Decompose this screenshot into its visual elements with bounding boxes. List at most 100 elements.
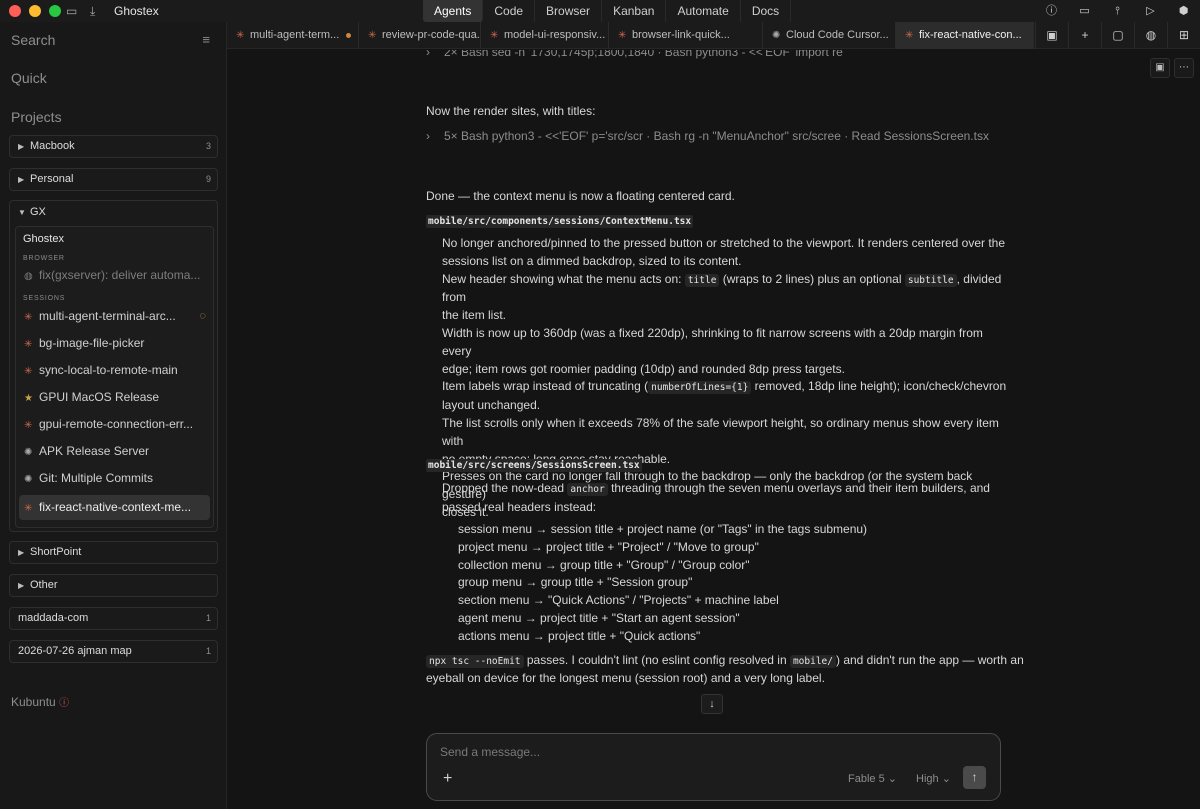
quick-section-label[interactable]: Quick xyxy=(11,70,47,86)
star-icon: ★ xyxy=(24,393,33,404)
machine-kubuntu[interactable]: Kubuntu ⓘ xyxy=(11,694,69,709)
title-bar: ▭ ⤓ Ghostex Agents Code Browser Kanban A… xyxy=(0,0,1200,22)
chevron-down-icon: ⌄ xyxy=(887,773,897,785)
top-tab-kanban[interactable]: Kanban xyxy=(602,0,667,22)
tool-call-summary[interactable]: › 2× Bash sed -n '1730,1745p;1800,1840 · … xyxy=(426,50,843,62)
project-count: 9 xyxy=(205,174,211,184)
model-label: Fable 5 xyxy=(848,773,885,785)
browser-item[interactable]: ◍ fix(gxserver): deliver automa... xyxy=(19,263,210,288)
session-title: APK Release Server xyxy=(39,444,150,458)
session-tab[interactable]: ✳ multi-agent-term... xyxy=(227,22,359,49)
menu-icon[interactable]: ≡ xyxy=(202,32,210,47)
text-line: No longer anchored/pinned to the pressed… xyxy=(442,236,1006,250)
session-tab[interactable]: ✳ review-pr-code-qua... xyxy=(359,22,481,49)
inline-code: numberOfLines={1} xyxy=(648,381,752,395)
project-other[interactable]: ▶ Other xyxy=(9,574,218,597)
session-item[interactable]: ★ GPUI MacOS Release xyxy=(19,385,210,410)
play-icon[interactable]: ▷ xyxy=(1134,0,1167,22)
session-item[interactable]: ✳ multi-agent-terminal-arc... ◌ xyxy=(19,304,210,329)
more-icon[interactable]: ⋯ xyxy=(1174,58,1194,78)
menu-list-item: project menu → project title + "Project"… xyxy=(458,539,759,554)
top-tab-code[interactable]: Code xyxy=(483,0,536,22)
grid-icon[interactable]: ⊞ xyxy=(1167,22,1200,49)
info-badge-icon[interactable]: ⓘ xyxy=(1035,0,1068,22)
branch-icon[interactable]: ⫯ xyxy=(1101,0,1134,22)
globe-icon[interactable]: ◍ xyxy=(1134,22,1167,49)
send-button[interactable]: ↑ xyxy=(963,766,986,789)
text-fragment: removed, 18dp line height); icon/check/c… xyxy=(751,379,1007,394)
file-heading: mobile/src/screens/SessionsScreen.tsx xyxy=(426,456,642,475)
session-item[interactable]: ✳ gpui-remote-connection-err... xyxy=(19,412,210,437)
top-tab-browser[interactable]: Browser xyxy=(535,0,603,22)
inline-code: title xyxy=(684,273,720,287)
project-shortpoint[interactable]: ▶ ShortPoint xyxy=(9,541,218,564)
session-item-active[interactable]: ✳ fix-react-native-context-me... xyxy=(19,495,210,520)
file-heading: mobile/src/components/sessions/ContextMe… xyxy=(426,212,694,231)
monitor-icon[interactable]: ▭ xyxy=(1068,0,1101,22)
chat-icon[interactable]: ▢ xyxy=(1101,22,1134,49)
top-tab-agents[interactable]: Agents xyxy=(423,0,484,22)
session-title: multi-agent-terminal-arc... xyxy=(39,309,176,323)
sidebar: Search ≡ Quick Projects ▶ Macbook 3 ▶ Pers… xyxy=(0,22,227,809)
session-tab-label: browser-link-quick... xyxy=(632,29,730,41)
session-item[interactable]: ✳ sync-local-to-remote-main xyxy=(19,358,210,383)
project-gx-header[interactable]: ▼ GX xyxy=(10,201,217,224)
model-selector[interactable]: Fable 5 ⌄ xyxy=(848,772,897,785)
top-tab-automate[interactable]: Automate xyxy=(666,0,741,22)
project-personal[interactable]: ▶ Personal 9 xyxy=(9,168,218,191)
projects-section-label: Projects xyxy=(11,109,62,125)
download-icon[interactable]: ⤓ xyxy=(90,3,95,19)
text-line: New header showing what the menu acts on… xyxy=(442,271,1007,308)
text-line: sessions list on a dimmed backdrop, size… xyxy=(442,253,742,268)
assistant-text: Now the render sites, with titles: xyxy=(426,104,596,118)
scroll-to-bottom-button[interactable]: ↓ xyxy=(701,694,723,714)
text-fragment: Item labels wrap instead of truncating ( xyxy=(442,379,649,394)
cube-icon[interactable]: ⬢ xyxy=(1167,0,1200,22)
sessions-label: SESSIONS xyxy=(23,295,66,302)
inline-code: anchor xyxy=(567,483,608,496)
session-tab-label: multi-agent-term... xyxy=(250,29,340,41)
arrow-up-icon: ↑ xyxy=(971,770,978,784)
project-maddada-com[interactable]: maddada-com 1 xyxy=(9,607,218,630)
session-tab-active[interactable]: ✳ fix-react-native-con... xyxy=(896,22,1034,49)
project-name: 2026-07-26 ajman map xyxy=(18,645,132,657)
effort-selector[interactable]: High ⌄ xyxy=(916,772,951,785)
terminal-icon[interactable]: ▣ xyxy=(1150,58,1170,78)
machine-name[interactable]: Ghostex xyxy=(23,233,64,245)
zoom-window-button[interactable] xyxy=(49,5,61,17)
top-tab-docs[interactable]: Docs xyxy=(741,0,792,22)
project-ajman-map[interactable]: 2026-07-26 ajman map 1 xyxy=(9,640,218,663)
session-tab[interactable]: ✳ model-ui-responsiv... xyxy=(481,22,609,49)
project-macbook[interactable]: ▶ Macbook 3 xyxy=(9,135,218,158)
caret-right-icon: ▶ xyxy=(18,175,25,184)
session-item[interactable]: ✺ Git: Multiple Commits xyxy=(19,466,210,491)
session-title: gpui-remote-connection-err... xyxy=(39,417,194,431)
project-name: Macbook xyxy=(30,140,75,152)
text-line: edge; item rows got roomier padding (10d… xyxy=(442,361,845,376)
sidebar-toggle-icon[interactable]: ▭ xyxy=(66,3,77,19)
attach-plus-icon[interactable]: + xyxy=(443,770,452,788)
minimize-window-button[interactable] xyxy=(29,5,41,17)
plus-icon[interactable]: + xyxy=(1068,22,1101,49)
panel-corner-buttons: ▣ ⋯ xyxy=(1150,58,1194,78)
close-window-button[interactable] xyxy=(9,5,21,17)
message-input[interactable]: Send a message... xyxy=(440,745,540,759)
terminal-icon[interactable]: ▣ xyxy=(1035,22,1068,49)
text-line: The list scrolls only when it exceeds 78… xyxy=(442,415,999,448)
text-fragment: (wraps to 2 lines) plus an optional xyxy=(719,271,905,286)
browser-item-label: fix(gxserver): deliver automa... xyxy=(39,268,201,282)
session-title: fix-react-native-context-me... xyxy=(39,500,192,514)
message-composer[interactable]: Send a message... + Fable 5 ⌄ High ⌄ ↑ xyxy=(426,733,1001,801)
tool-call-summary[interactable]: › 5× Bash python3 - <<'EOF' p='src/scr · … xyxy=(426,128,989,146)
session-item[interactable]: ✳ bg-image-file-picker xyxy=(19,331,210,356)
text-line: Width is now up to 360dp (was a fixed 22… xyxy=(442,325,983,358)
session-tab[interactable]: ✺ Cloud Code Cursor... xyxy=(763,22,896,49)
session-tab[interactable]: ✳ browser-link-quick... xyxy=(609,22,763,49)
sidebar-search[interactable]: Search xyxy=(11,32,55,48)
menu-list: session menu → session title + project n… xyxy=(458,521,867,646)
file-path: mobile/src/components/sessions/ContextMe… xyxy=(426,215,694,228)
openai-icon: ✺ xyxy=(772,30,781,41)
text-line: Dropped the now-dead anchor threading th… xyxy=(442,480,1007,499)
session-item[interactable]: ✺ APK Release Server xyxy=(19,439,210,464)
text-line: eyeball on device for the longest menu (… xyxy=(426,671,825,685)
